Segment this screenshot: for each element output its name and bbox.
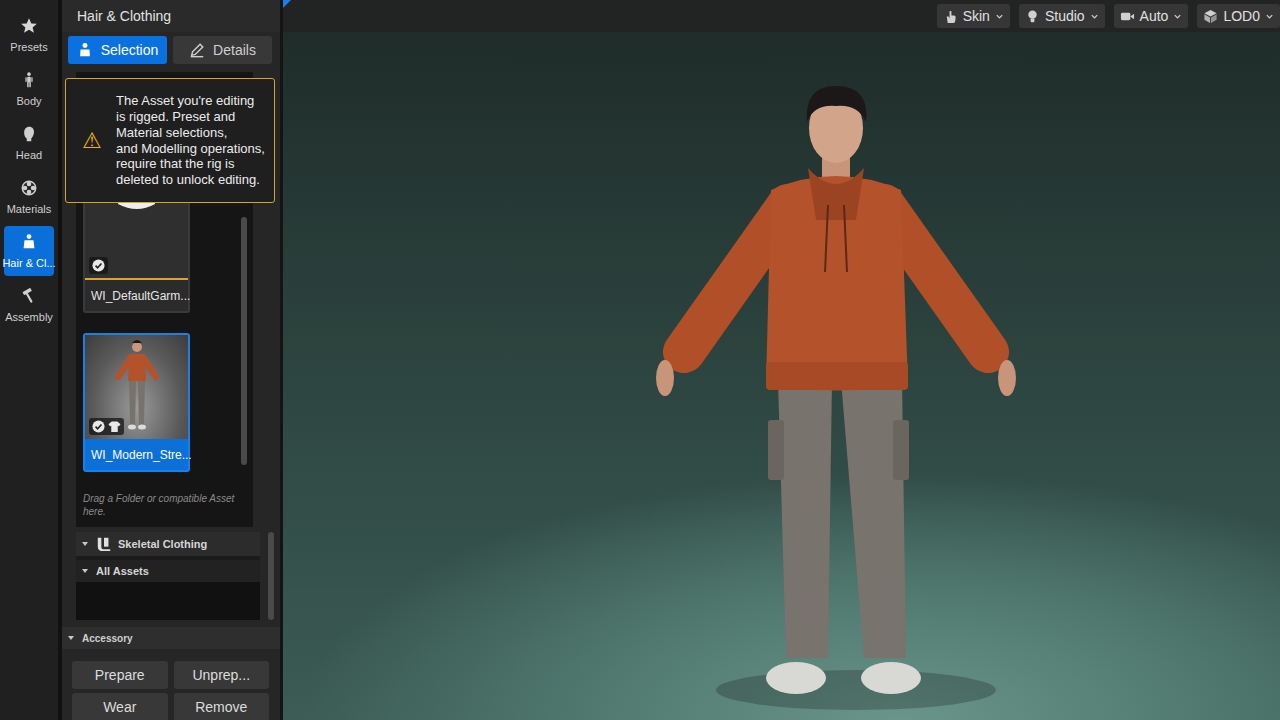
pencil-icon (189, 42, 205, 58)
check-icon (92, 259, 105, 272)
expand-arrow-icon (80, 566, 90, 576)
section-label: Skeletal Clothing (118, 538, 207, 550)
asset-name: WI_DefaultGarm... (85, 280, 188, 311)
toolbar-dropdown[interactable]: Studio (1019, 4, 1105, 28)
expand-arrow-icon (66, 633, 76, 643)
nav-item[interactable]: Body (4, 64, 54, 114)
mode-tab[interactable]: Selection (68, 36, 167, 64)
nav-item[interactable]: Assembly (4, 280, 54, 330)
chevron-down-icon (1173, 12, 1182, 21)
asset-badges (89, 257, 108, 274)
accessory-section: Accessory PrepareUnprep...WearRemove (62, 627, 280, 720)
hoodie-icon (20, 233, 38, 251)
metahuman-editor: Presets Body Head Materials Hair & Cl... Asse… (0, 0, 1280, 720)
panel-scrollbar[interactable] (268, 532, 274, 620)
materials-icon (20, 179, 38, 197)
toolbar-dropdown[interactable]: LOD0 (1197, 4, 1280, 28)
mode-tab[interactable]: Details (173, 36, 272, 64)
warning-icon: ⚠ (82, 128, 102, 154)
check-icon (92, 420, 105, 433)
accessory-header[interactable]: Accessory (62, 627, 280, 649)
toolbar-label: LOD0 (1223, 8, 1260, 24)
head-icon (20, 125, 38, 143)
asset-badges (89, 418, 124, 435)
chevron-down-icon (1265, 12, 1274, 21)
toolbar-dropdown[interactable]: Auto (1114, 4, 1189, 28)
section-header[interactable]: Skeletal Clothing (76, 532, 260, 556)
accessory-button[interactable]: Wear (72, 693, 168, 720)
nav-item[interactable]: Hair & Cl... (4, 226, 54, 276)
nav-label: Materials (7, 203, 52, 215)
viewport-focus-corner (283, 0, 291, 8)
star-icon (20, 17, 38, 35)
section-label: All Assets (96, 565, 149, 577)
nav-label: Assembly (5, 311, 53, 323)
viewport-toolbar: Skin Studio Auto LOD0 (283, 0, 1280, 32)
toolbar-label: Skin (963, 8, 990, 24)
nav-item[interactable]: Head (4, 118, 54, 168)
expand-arrow-icon (80, 539, 90, 549)
asset-thumbnail (85, 335, 188, 439)
tab-label: Details (213, 42, 256, 58)
nav-label: Head (16, 149, 42, 161)
bulb-icon (1025, 9, 1040, 24)
body-icon (20, 71, 38, 89)
nav-label: Presets (10, 41, 47, 53)
skeletal-sections: Skeletal Clothing All Assets (62, 527, 280, 627)
section-header[interactable]: All Assets (76, 560, 260, 582)
list-scrollbar[interactable] (241, 217, 247, 465)
character-figure (283, 32, 1276, 720)
nav-label: Hair & Cl... (2, 257, 55, 269)
nav-item[interactable]: Presets (4, 10, 54, 60)
hammer-icon (20, 287, 38, 305)
accessory-buttons: PrepareUnprep...WearRemove (62, 649, 280, 720)
toolbar-label: Auto (1140, 8, 1169, 24)
hand-icon (943, 9, 958, 24)
nav-item[interactable]: Materials (4, 172, 54, 222)
panel-title: Hair & Clothing (62, 0, 280, 32)
toolbar-dropdown[interactable]: Skin (937, 4, 1010, 28)
empty-asset-list (76, 582, 260, 620)
chevron-down-icon (995, 12, 1004, 21)
camera-icon (1120, 9, 1135, 24)
tab-label: Selection (101, 42, 159, 58)
hair-clothing-panel: Hair & Clothing Selection Details WI_Defaul… (62, 0, 280, 720)
side-nav: Presets Body Head Materials Hair & Cl... Asse… (0, 0, 62, 720)
warning-text: The Asset you're editing is rigged. Pres… (116, 93, 266, 188)
accessory-button[interactable]: Prepare (72, 661, 168, 689)
rig-warning-tooltip: ⚠ The Asset you're editing is rigged. Pre… (65, 78, 275, 203)
viewport: Skin Studio Auto LOD0 (283, 0, 1280, 720)
nav-label: Body (16, 95, 41, 107)
accessory-button[interactable]: Unprep... (174, 661, 270, 689)
section-list: Skeletal Clothing All Assets (76, 532, 260, 620)
3d-scene[interactable] (283, 32, 1280, 720)
skeletal-clothing-icon (96, 536, 112, 552)
mode-tabs: Selection Details (62, 32, 280, 68)
shirt-icon (108, 420, 121, 433)
accessory-button[interactable]: Remove (174, 693, 270, 720)
accessory-title: Accessory (82, 633, 133, 644)
asset-card[interactable]: WI_Modern_Stre... (83, 333, 190, 472)
drop-hint: Drag a Folder or compatible Asset here. (83, 492, 241, 518)
person-icon (77, 42, 93, 58)
asset-name: WI_Modern_Stre... (85, 439, 188, 470)
toolbar-label: Studio (1045, 8, 1085, 24)
chevron-down-icon (1090, 12, 1099, 21)
cube-icon (1203, 9, 1218, 24)
